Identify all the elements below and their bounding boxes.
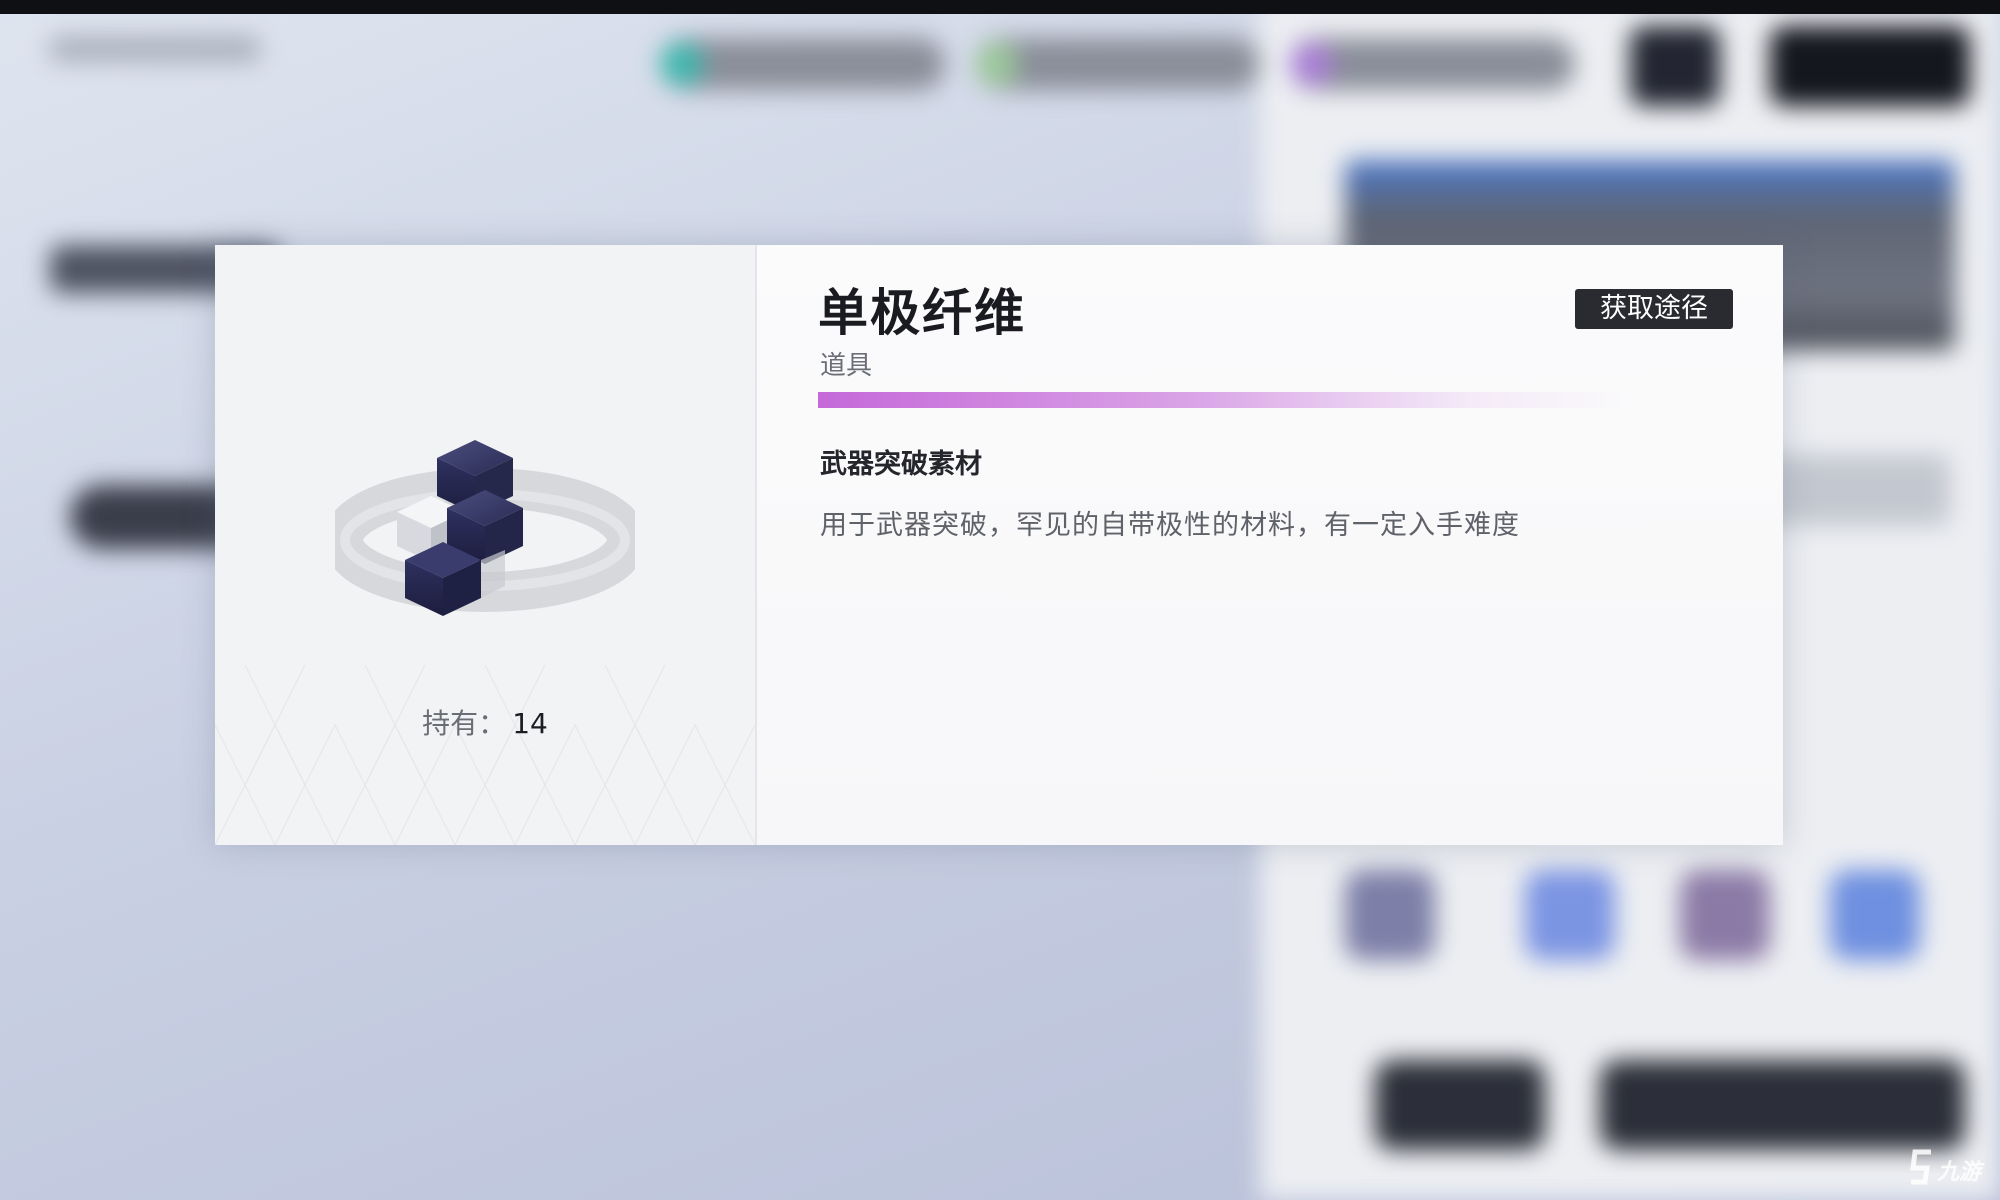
jiuyou-logo-icon — [1910, 1149, 1931, 1185]
bg-resource-icon-1 — [660, 42, 704, 86]
item-info-pane — [757, 245, 1783, 845]
cube-cluster-icon — [335, 440, 635, 616]
bg-square-button — [1630, 26, 1720, 106]
bg-dark-button-2 — [1600, 1060, 1965, 1150]
acquire-source-button[interactable]: 获取途径 — [1575, 289, 1733, 329]
bg-resource-icon-3 — [1290, 42, 1334, 86]
bg-material-icon-4 — [1830, 870, 1920, 960]
owned-count: 持有： 14 — [215, 702, 755, 742]
watermark: 九游 — [1905, 1148, 1990, 1192]
bg-header-text — [50, 36, 260, 62]
bg-resource-icon-2 — [975, 42, 1019, 86]
item-detail-modal: 持有： 14 — [215, 245, 1783, 845]
bg-material-icon-3 — [1680, 870, 1770, 960]
diamond-pattern — [215, 664, 755, 845]
bg-wide-button — [1770, 26, 1970, 106]
watermark-text: 九游 — [1937, 1160, 1982, 1185]
top-status-strip — [0, 0, 2000, 14]
item-preview-pane: 持有： 14 — [215, 245, 757, 845]
bg-material-icon-1 — [1345, 870, 1435, 960]
owned-label: 持有： — [422, 707, 507, 740]
owned-number: 14 — [512, 707, 548, 740]
bg-material-icon-2 — [1525, 870, 1615, 960]
bg-dark-button-1 — [1375, 1060, 1545, 1150]
